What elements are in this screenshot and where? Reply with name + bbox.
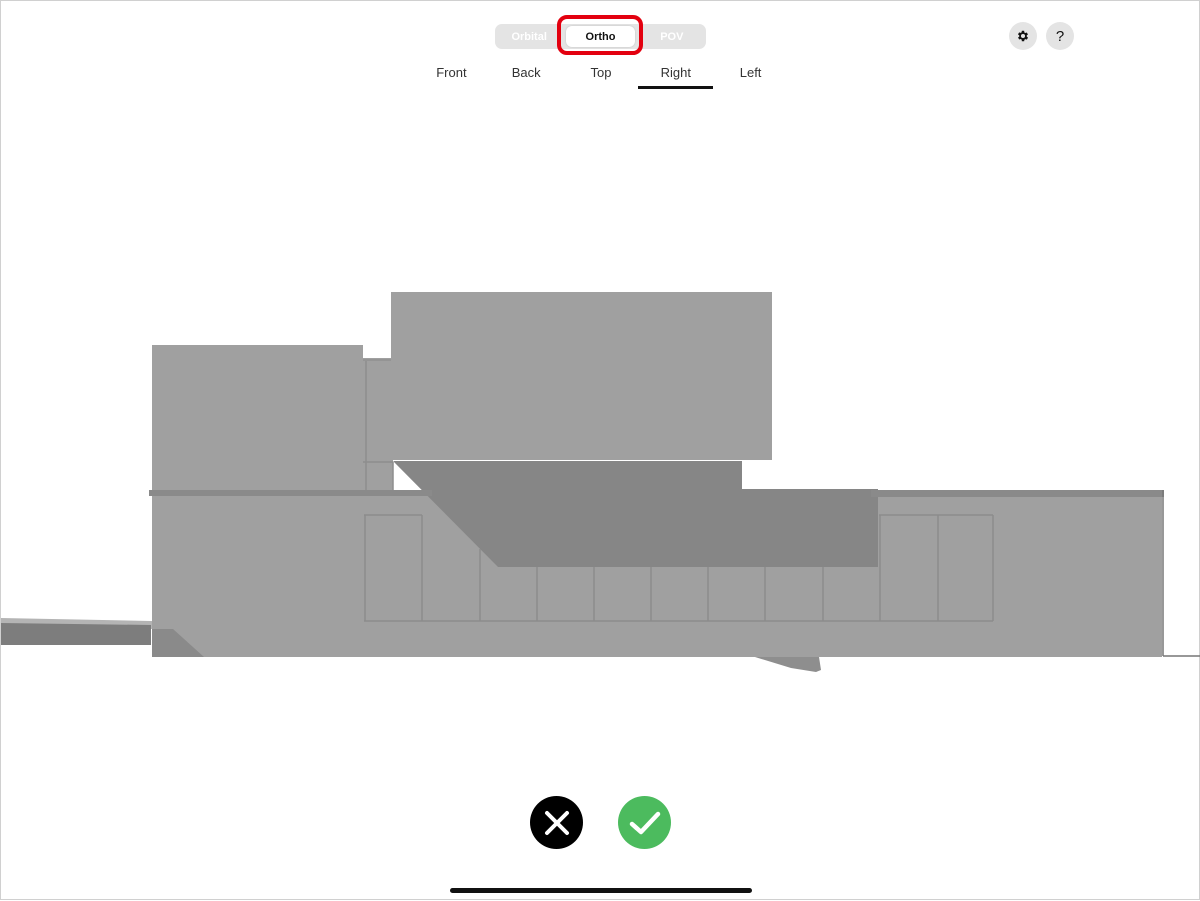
left-upper-volume xyxy=(152,345,363,495)
settings-button[interactable] xyxy=(1009,22,1037,50)
tab-front[interactable]: Front xyxy=(414,61,489,91)
mode-orbital-button[interactable]: Orbital xyxy=(495,24,563,49)
confirm-button[interactable] xyxy=(618,796,671,849)
cancel-button[interactable] xyxy=(530,796,583,849)
camera-mode-switch: Orbital Ortho POV xyxy=(495,24,706,49)
connector-volume xyxy=(363,358,393,495)
help-icon: ? xyxy=(1055,27,1065,45)
tab-left[interactable]: Left xyxy=(713,61,788,91)
mode-ortho-button[interactable]: Ortho xyxy=(566,26,635,47)
tab-right[interactable]: Right xyxy=(638,61,713,91)
tab-back[interactable]: Back xyxy=(489,61,564,91)
ground-ramp xyxy=(1,623,151,645)
roof-band xyxy=(149,490,432,496)
check-icon xyxy=(629,811,660,834)
upper-cantilever-volume xyxy=(391,292,772,460)
model-viewport[interactable] xyxy=(1,1,1200,901)
close-icon xyxy=(544,810,569,835)
gear-icon xyxy=(1017,30,1029,42)
help-button[interactable]: ? xyxy=(1046,22,1074,50)
view-tabs: Front Back Top Right Left xyxy=(414,61,788,91)
bottom-protrusion xyxy=(755,657,821,672)
tab-top[interactable]: Top xyxy=(564,61,639,91)
mode-pov-button[interactable]: POV xyxy=(638,24,706,49)
home-indicator[interactable] xyxy=(450,888,752,893)
